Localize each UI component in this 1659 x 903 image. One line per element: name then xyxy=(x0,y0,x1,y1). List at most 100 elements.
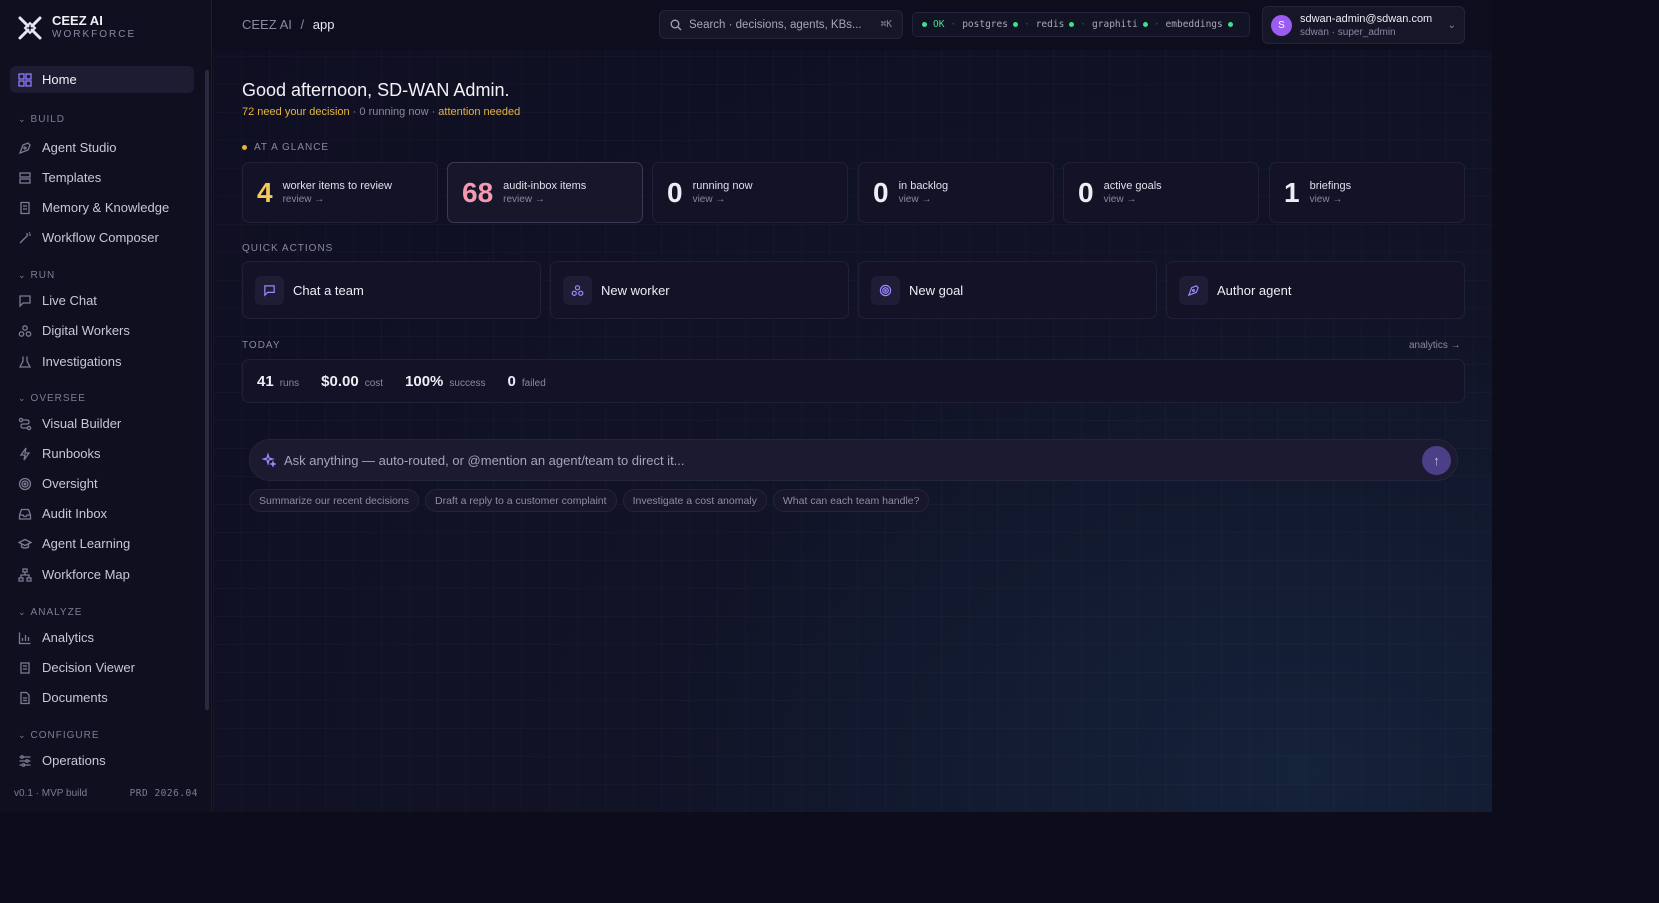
version-label: v0.1 · MVP build xyxy=(14,788,88,799)
wand-icon xyxy=(18,231,32,245)
chevron-down-icon: ⌄ xyxy=(18,114,27,124)
section-label: BUILD xyxy=(30,114,65,125)
glance-card-goals[interactable]: 0 active goals view → xyxy=(1063,162,1259,223)
today-stats: 41 runs $0.00 cost 100% success 0 failed xyxy=(242,359,1465,403)
card-link[interactable]: review → xyxy=(283,193,392,207)
sidebar-item-agent-studio[interactable]: Agent Studio xyxy=(10,134,194,161)
sidebar-item-label: Oversight xyxy=(42,476,98,491)
scroll-icon xyxy=(18,661,32,675)
suggestion-chips: Summarize our recent decisions Draft a r… xyxy=(249,489,935,512)
sidebar-item-agent-learning[interactable]: Agent Learning xyxy=(10,530,194,557)
sparkle-icon xyxy=(262,453,276,467)
need-decision-link[interactable]: 72 need your decision xyxy=(242,106,350,118)
analytics-link[interactable]: analytics → xyxy=(1409,340,1461,351)
sidebar-item-templates[interactable]: Templates xyxy=(10,164,194,191)
greeting-subtitle: 72 need your decision · 0 running now · … xyxy=(242,106,520,118)
service-graphiti: graphiti xyxy=(1092,19,1138,30)
breadcrumb-root[interactable]: CEEZ AI xyxy=(242,17,292,32)
search-input[interactable]: Search · decisions, agents, KBs... ⌘K xyxy=(659,10,903,39)
grid-icon xyxy=(18,72,32,87)
stat-label: success xyxy=(449,377,486,389)
sidebar-item-label: Workforce Map xyxy=(42,567,130,582)
running-text: · 0 running now · xyxy=(349,106,439,118)
new-goal-button[interactable]: New goal xyxy=(858,261,1157,319)
glance-card-audit-inbox[interactable]: 68 audit-inbox items review → xyxy=(447,162,643,223)
card-value: 4 xyxy=(257,176,273,208)
section-oversee[interactable]: ⌄ OVERSEE xyxy=(18,393,86,404)
sidebar-item-oversight[interactable]: Oversight xyxy=(10,470,194,497)
sliders-icon xyxy=(18,754,32,768)
amber-dot-icon xyxy=(242,145,247,150)
sidebar-item-label: Audit Inbox xyxy=(42,506,108,521)
stat-value: $0.00 xyxy=(321,372,359,390)
suggestion-chip[interactable]: Summarize our recent decisions xyxy=(249,489,419,512)
main-content: CEEZ AI / app Search · decisions, agents… xyxy=(213,0,1492,812)
section-build[interactable]: ⌄ BUILD xyxy=(18,114,65,125)
card-value: 0 xyxy=(1078,176,1094,208)
card-link[interactable]: review → xyxy=(503,193,586,207)
sidebar-item-audit-inbox[interactable]: Audit Inbox xyxy=(10,500,194,527)
suggestion-chip[interactable]: Investigate a cost anomaly xyxy=(622,489,767,512)
sidebar-item-digital-workers[interactable]: Digital Workers xyxy=(10,317,194,344)
stat-runs: 41 runs xyxy=(257,373,299,390)
sidebar-item-investigations[interactable]: Investigations xyxy=(10,348,194,375)
chevron-down-icon: ⌄ xyxy=(18,393,27,403)
glance-card-backlog[interactable]: 0 in backlog view → xyxy=(858,162,1054,223)
stat-success: 100% success xyxy=(405,373,486,390)
breadcrumb: CEEZ AI / app xyxy=(242,17,334,32)
inbox-icon xyxy=(18,507,32,521)
today-heading: TODAY xyxy=(242,340,281,351)
sidebar-item-decision-viewer[interactable]: Decision Viewer xyxy=(10,654,194,681)
sidebar-item-runbooks[interactable]: Runbooks xyxy=(10,440,194,467)
card-link[interactable]: view → xyxy=(899,193,949,207)
author-agent-button[interactable]: Author agent xyxy=(1166,261,1465,319)
book-icon xyxy=(18,201,32,215)
sidebar-item-documents[interactable]: Documents xyxy=(10,684,194,711)
logo-icon xyxy=(18,16,42,40)
sidebar-scrollbar[interactable] xyxy=(205,70,209,710)
chevron-down-icon: ⌄ xyxy=(1447,19,1456,31)
card-link[interactable]: view → xyxy=(693,193,753,207)
sidebar-item-workflow[interactable]: Workflow Composer xyxy=(10,224,194,251)
sidebar-item-memory[interactable]: Memory & Knowledge xyxy=(10,194,194,221)
chat-icon xyxy=(18,294,32,308)
section-analyze[interactable]: ⌄ ANALYZE xyxy=(18,607,82,618)
sidebar-item-analytics[interactable]: Analytics xyxy=(10,624,194,651)
sidebar-item-operations[interactable]: Operations xyxy=(10,747,194,774)
glance-card-running[interactable]: 0 running now view → xyxy=(652,162,848,223)
sidebar-item-home[interactable]: Home xyxy=(10,66,194,93)
sidebar-item-live-chat[interactable]: Live Chat xyxy=(10,287,194,314)
sidebar-item-label: Decision Viewer xyxy=(42,660,135,675)
ask-input[interactable]: Ask anything — auto-routed, or @mention … xyxy=(249,439,1458,481)
card-link[interactable]: view → xyxy=(1310,193,1352,207)
search-icon xyxy=(670,19,682,30)
workers-icon xyxy=(563,275,592,305)
send-button[interactable]: ↑ xyxy=(1422,446,1451,475)
card-link[interactable]: view → xyxy=(1104,193,1162,207)
section-run[interactable]: ⌄ RUN xyxy=(18,270,55,281)
section-configure[interactable]: ⌄ CONFIGURE xyxy=(18,730,100,741)
chat-team-button[interactable]: Chat a team xyxy=(242,261,541,319)
system-status[interactable]: OK · postgres · redis · graphiti · embed… xyxy=(912,12,1250,37)
sidebar-item-label: Documents xyxy=(42,690,108,705)
sidebar-item-workforce-map[interactable]: Workforce Map xyxy=(10,561,194,588)
pen-tool-icon xyxy=(1179,275,1208,305)
glance-card-worker-items[interactable]: 4 worker items to review review → xyxy=(242,162,438,223)
new-worker-button[interactable]: New worker xyxy=(550,261,849,319)
user-menu[interactable]: S sdwan-admin@sdwan.com sdwan · super_ad… xyxy=(1262,6,1465,44)
brand[interactable]: CEEZ AI WORKFORCE xyxy=(16,14,136,42)
breadcrumb-separator: / xyxy=(300,17,305,32)
suggestion-chip[interactable]: Draft a reply to a customer complaint xyxy=(424,489,617,512)
sidebar-item-visual-builder[interactable]: Visual Builder xyxy=(10,410,194,437)
suggestion-chip[interactable]: What can each team handle? xyxy=(772,489,930,512)
sidebar-item-label: Digital Workers xyxy=(42,323,130,338)
card-label: in backlog xyxy=(898,179,949,192)
glance-card-briefings[interactable]: 1 briefings view → xyxy=(1269,162,1465,223)
brand-title: CEEZ AI xyxy=(52,13,103,28)
user-role: sdwan · super_admin xyxy=(1300,26,1396,38)
sidebar-item-label: Analytics xyxy=(42,630,95,645)
breadcrumb-current: app xyxy=(312,17,335,32)
sidebar-item-label: Live Chat xyxy=(42,293,97,308)
glance-heading: AT A GLANCE xyxy=(242,142,329,153)
sidebar-item-label: Templates xyxy=(42,170,102,185)
